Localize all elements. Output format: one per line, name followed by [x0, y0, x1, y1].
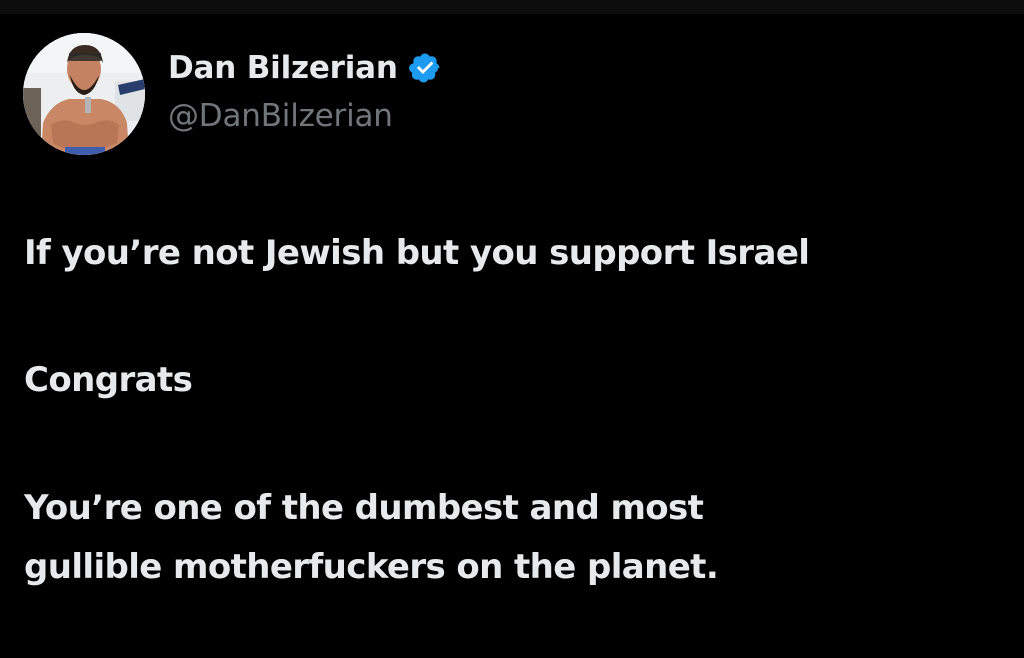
author-handle[interactable]: @DanBilzerian	[168, 98, 393, 134]
tweet-text-line: If you’re not Jewish but you support Isr…	[24, 233, 810, 273]
author-name-row: Dan Bilzerian	[168, 46, 442, 90]
avatar-photo	[23, 33, 145, 155]
tweet-text-line: gullible motherfuckers on the planet.	[24, 547, 719, 587]
tweet-text-line: You’re one of the dumbest and most	[24, 488, 704, 528]
verified-checkmark-icon[interactable]	[408, 51, 442, 85]
author-display-name[interactable]: Dan Bilzerian	[168, 50, 398, 86]
tweet-card: Dan Bilzerian @DanBilzerian If you’re no…	[0, 0, 1024, 658]
tweet-text-line: Congrats	[24, 360, 193, 400]
avatar[interactable]	[23, 33, 145, 155]
